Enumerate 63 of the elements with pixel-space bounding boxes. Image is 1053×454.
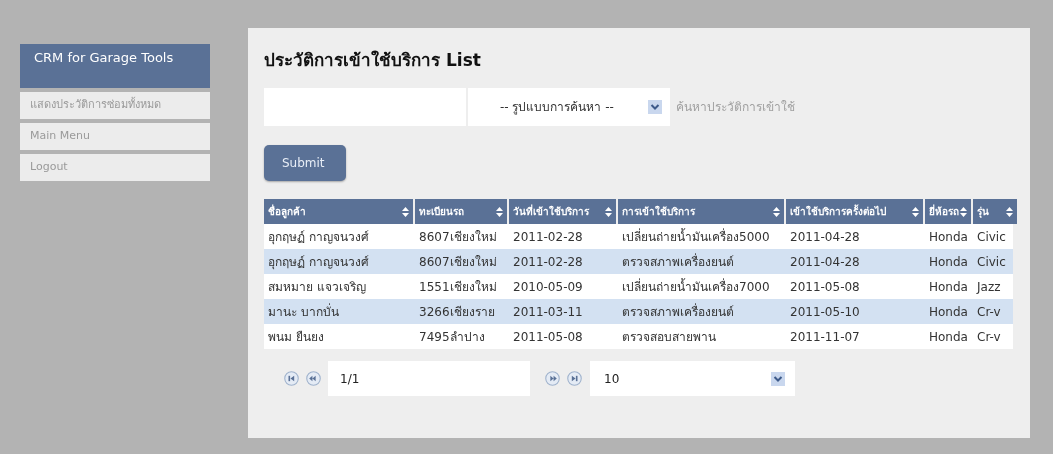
previous-page-icon[interactable] <box>306 371 321 386</box>
table-cell-text: มานะ บากบั่น <box>267 302 340 321</box>
column-header[interactable]: ชื่อลูกค้า <box>264 199 413 224</box>
table-cell-text: Civic <box>976 228 1007 246</box>
table-cell-text: 2011-04-28 <box>789 228 861 246</box>
sort-icon <box>496 206 503 217</box>
table-cell-text: 8607เชียงใหม่ <box>418 253 498 271</box>
page-field[interactable]: 1/1 <box>328 361 530 396</box>
table-cell-text: Jazz <box>975 278 1002 296</box>
dropdown-caret-icon <box>771 371 785 386</box>
table-cell-text: 7495ลำปาง <box>418 328 486 346</box>
table-cell-text: 3266เชียงราย <box>418 303 496 321</box>
column-header[interactable]: ทะเบียนรถ <box>415 199 507 224</box>
table-cell-text: อุกฤษฏ์ กาญจนวงศ์ <box>267 253 370 272</box>
table-cell-text: Honda <box>928 253 969 271</box>
table-cell-text: 2011-04-28 <box>789 253 861 271</box>
table-cell-text: Honda <box>928 278 969 296</box>
column-header[interactable]: ยี่ห้อรถ <box>925 199 971 224</box>
search-type-select[interactable]: -- รูปแบบการค้นหา -- <box>468 88 670 126</box>
column-header[interactable]: รุ่น <box>973 199 1017 224</box>
table-cell-text: Honda <box>928 228 969 246</box>
search-hint: ค้นหาประวัติการเข้าใช้ <box>676 99 795 116</box>
table-cell-text: เปลี่ยนถ่ายน้ำมันเครื่อง5000 <box>621 227 771 246</box>
table-cell-text: 2011-11-07 <box>789 328 861 346</box>
table-cell-text: Honda <box>928 303 969 321</box>
table-cell-text: 2010-05-09 <box>512 278 584 296</box>
table-cell-text: ตรวจสอบสายพาน <box>621 328 717 346</box>
table-cell-text: 2011-05-08 <box>789 278 861 296</box>
table-cell-text: 2011-05-08 <box>512 328 584 346</box>
column-header[interactable]: วันที่เข้าใช้บริการ <box>509 199 616 224</box>
table-cell-text: Cr-v <box>976 328 1002 346</box>
table-cell-text: 2011-05-10 <box>789 303 861 321</box>
submit-button[interactable]: Submit <box>264 145 346 181</box>
table-cell-text: 2011-03-11 <box>512 303 584 321</box>
page-size-select[interactable]: 10 <box>590 361 795 396</box>
table-cell-text: Cr-v <box>976 303 1002 321</box>
last-page-icon[interactable] <box>567 371 582 386</box>
column-header[interactable]: การเข้าใช้บริการ <box>618 199 784 224</box>
table-cell-text: พนม ยืนยง <box>267 328 325 346</box>
page-title: ประวัติการเข้าใช้บริการ <box>264 49 440 72</box>
sort-icon <box>605 206 612 217</box>
dropdown-caret-icon <box>648 100 662 114</box>
table-cell-text: Civic <box>976 253 1007 271</box>
table-cell-text: 1551เชียงใหม่ <box>418 278 498 296</box>
sort-icon <box>960 206 967 217</box>
column-header[interactable]: เข้าใช้บริการครั้งต่อไป <box>786 199 923 224</box>
table-cell-text: 8607เชียงใหม่ <box>418 228 498 246</box>
next-page-icon[interactable] <box>545 371 560 386</box>
sort-icon <box>1006 206 1013 217</box>
first-page-icon[interactable] <box>284 371 299 386</box>
sort-icon <box>912 206 919 217</box>
table-cell-text: Honda <box>928 328 969 346</box>
table-cell-text: 2011-02-28 <box>512 228 584 246</box>
sort-icon <box>773 206 780 217</box>
sidebar-title: CRM for Garage Tools <box>20 44 210 88</box>
table-cell-text: ตรวจสภาพเครื่องยนต์ <box>621 252 735 271</box>
table-cell-text: เปลี่ยนถ่ายน้ำมันเครื่อง7000 <box>621 277 771 296</box>
table-cell-text: อุกฤษฏ์ กาญจนวงศ์ <box>267 228 370 247</box>
table-cell-text: สมหมาย แจวเจริญ <box>267 278 367 296</box>
table-cell-text: 2011-02-28 <box>512 253 584 271</box>
table-cell-text: ตรวจสภาพเครื่องยนต์ <box>621 302 735 321</box>
sort-icon <box>402 206 409 217</box>
page-title-suffix: List <box>446 49 481 72</box>
